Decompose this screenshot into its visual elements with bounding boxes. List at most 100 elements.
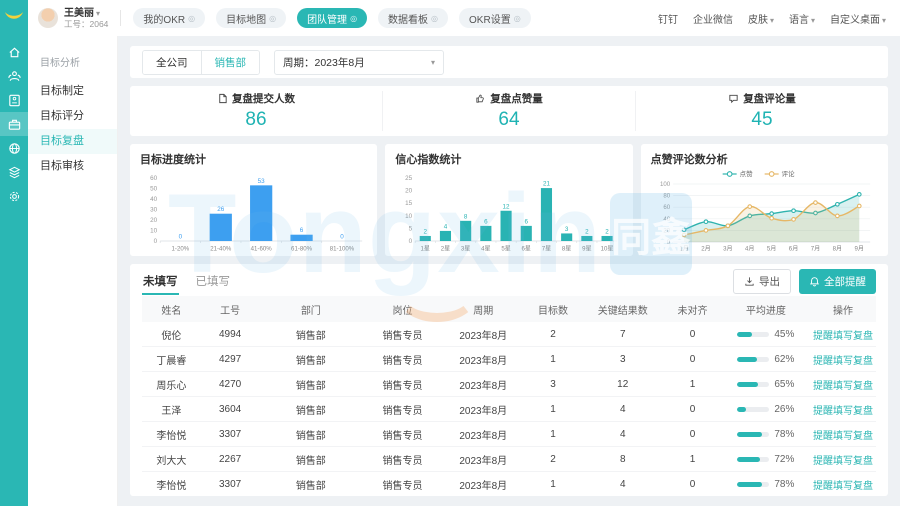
app-logo[interactable] [0,0,28,34]
scope-all-company-button[interactable]: 全公司 [143,51,201,74]
remind-fill-review-link[interactable]: 提醒填写复盘 [813,481,873,492]
avatar[interactable] [38,8,58,28]
comment-icon [728,93,739,104]
svg-text:6: 6 [525,218,529,225]
stat-value: 45 [636,109,888,131]
circle-icon: ◎ [514,14,521,23]
employee-id: 3307 [201,422,260,447]
export-button[interactable]: 导出 [733,269,791,294]
department: 销售部 [259,322,362,347]
layers-icon [7,165,22,180]
scope-sales-dept-button[interactable]: 销售部 [201,51,260,74]
table-row: 李怡悦3307销售部销售专员2023年8月14078%提醒填写复盘 [142,422,876,447]
svg-text:9星: 9星 [582,246,591,253]
svg-text:60: 60 [150,175,158,182]
user-block[interactable]: 王美丽▾ 工号：2064 [64,7,108,29]
progress-bar [737,457,769,462]
language-menu[interactable]: 语言▾ [789,11,815,26]
remind-fill-review-link[interactable]: 提醒填写复盘 [813,381,873,392]
svg-text:20: 20 [405,188,413,195]
custom-desktop-menu[interactable]: 自定义桌面▾ [830,11,886,26]
position: 销售专员 [362,447,443,472]
col-position: 岗位 [362,296,443,322]
skin-menu[interactable]: 皮肤▾ [748,11,774,26]
period-value: 周期：2023年8月 [283,55,365,70]
unaligned-count: 0 [663,472,722,497]
col-unaligned: 未对齐 [663,296,722,322]
circle-icon: ◎ [350,14,357,23]
remind-fill-review-link[interactable]: 提醒填写复盘 [813,431,873,442]
smile-logo-icon [4,11,24,23]
chevron-down-icon: ▾ [431,58,435,67]
svg-text:20: 20 [150,217,158,224]
table-toolbar: 未填写 已填写 导出 全部提醒 [142,266,876,296]
goal-count: 1 [524,397,583,422]
remind-fill-review-link[interactable]: 提醒填写复盘 [813,406,873,417]
key-result-count: 4 [582,397,663,422]
remind-fill-review-link[interactable]: 提醒填写复盘 [813,456,873,467]
dingtalk-link[interactable]: 钉钉 [658,11,678,26]
table-body: 倪伦4994销售部销售专员2023年8月27045%提醒填写复盘丁晨睿4297销… [142,322,876,496]
employee-id: 2267 [201,447,260,472]
svg-text:21-40%: 21-40% [210,246,232,253]
rail-item-layers[interactable] [0,160,28,184]
tab-not-filled[interactable]: 未填写 [142,267,179,295]
sidebar-section-title: 目标分析 [28,54,117,69]
tab-filled[interactable]: 已填写 [195,267,232,295]
export-label: 导出 [759,274,780,289]
key-result-count: 7 [582,322,663,347]
progress-bar [737,407,769,412]
remind-fill-review-link[interactable]: 提醒填写复盘 [813,331,873,342]
unaligned-count: 1 [663,447,722,472]
rail-item-settings[interactable] [0,184,28,208]
nav-tab-my-okr[interactable]: 我的OKR◎ [133,8,205,28]
sidebar-item-goal-setting[interactable]: 目标制定 [28,79,117,104]
nav-tab-okr-settings[interactable]: OKR设置◎ [459,8,531,28]
svg-text:0: 0 [409,238,413,245]
home-icon [7,45,22,60]
circle-icon: ◎ [431,14,438,23]
department: 销售部 [259,397,362,422]
nav-tab-team-management[interactable]: 团队管理◎ [297,8,367,28]
table-row: 周乐心4270销售部销售专员2023年8月312165%提醒填写复盘 [142,372,876,397]
gear-icon [7,189,22,204]
rail-item-team[interactable] [0,64,28,88]
remind-all-button[interactable]: 全部提醒 [799,269,876,294]
svg-text:6: 6 [300,227,304,234]
nav-tab-dashboard[interactable]: 数据看板◎ [378,8,448,28]
goal-count: 2 [524,322,583,347]
svg-text:10: 10 [405,213,413,220]
svg-text:2月: 2月 [701,246,710,253]
average-progress-cell: 62% [722,347,810,372]
chevron-down-icon: ▾ [811,16,815,25]
sidebar-item-goal-scoring[interactable]: 目标评分 [28,104,117,129]
progress-bar [737,482,769,487]
svg-text:4星: 4星 [481,246,490,253]
stats-summary: 复盘提交人数 86 复盘点赞量 64 复盘评论量 45 [130,86,888,136]
svg-text:1月: 1月 [679,246,688,253]
document-icon [217,93,228,104]
main-content: 全公司 销售部 周期：2023年8月 ▾ 复盘提交人数 86 复盘点赞量 64 [118,36,900,506]
svg-text:50: 50 [150,186,158,193]
period: 2023年8月 [443,447,524,472]
wecom-link[interactable]: 企业微信 [693,11,733,26]
rail-item-home[interactable] [0,40,28,64]
remind-fill-review-link[interactable]: 提醒填写复盘 [813,356,873,367]
svg-text:1星: 1星 [421,246,430,253]
employee-id: 3604 [201,397,260,422]
sidebar-item-goal-review[interactable]: 目标复盘 [28,129,117,154]
sidebar-item-goal-audit[interactable]: 目标审核 [28,154,117,179]
rail-item-globe[interactable] [0,136,28,160]
col-name: 姓名 [142,296,201,322]
confidence-index-chart-card: 信心指数统计 051015202521星42星83星64星125星66星217星… [385,144,632,256]
rail-item-profile[interactable] [0,88,28,112]
actions-cell: 提醒填写复盘 [810,397,876,422]
col-department: 部门 [259,296,362,322]
period-select[interactable]: 周期：2023年8月 ▾ [274,50,444,75]
key-result-count: 12 [582,372,663,397]
svg-text:3星: 3星 [461,246,470,253]
svg-text:0: 0 [340,234,344,241]
nav-tab-goal-map[interactable]: 目标地图◎ [216,8,286,28]
svg-text:3月: 3月 [723,246,732,253]
rail-item-workspace[interactable] [0,112,28,136]
